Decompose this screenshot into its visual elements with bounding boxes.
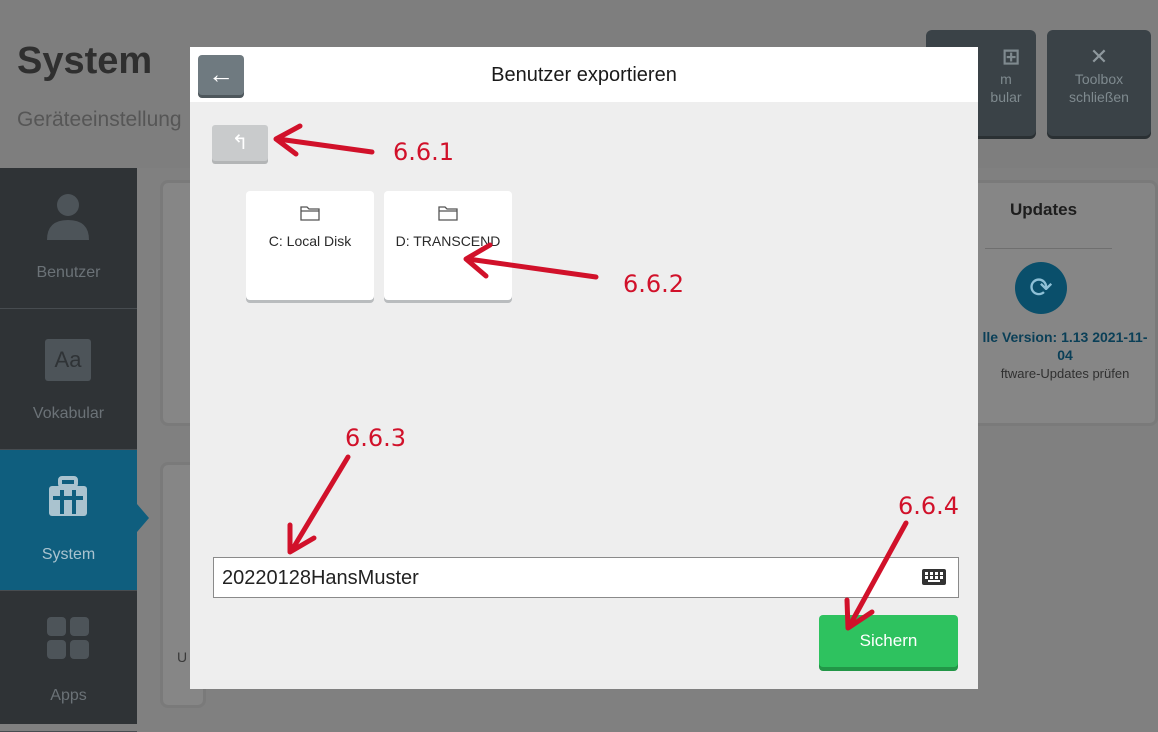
sidebar-item-label: Apps [50, 687, 87, 704]
sidebar-item-vokabular[interactable]: Aa Vokabular [0, 309, 137, 450]
drive-tile-c[interactable]: C: Local Disk [246, 191, 374, 300]
keyboard-icon[interactable] [922, 569, 946, 585]
sidebar-item-label: Vokabular [32, 405, 105, 422]
annotation-label: 6.6.4 [898, 492, 960, 520]
refresh-icon[interactable]: ⟳ [1015, 262, 1067, 314]
updates-title: Updates [1010, 200, 1078, 219]
drive-label: D: TRANSCEND [395, 233, 501, 249]
folder-up-icon: ↰ [231, 132, 249, 154]
sidebar-item-apps[interactable]: Apps [0, 591, 137, 732]
close-icon: ✕ [1089, 44, 1109, 69]
sidebar: Benutzer Aa Vokabular System Apps [0, 168, 137, 732]
folder-up-button[interactable]: ↰ [212, 125, 268, 161]
annotation-label: 6.6.1 [393, 138, 455, 166]
sidebar-item-benutzer[interactable]: Benutzer [0, 168, 137, 309]
folder-icon [438, 206, 458, 221]
dialog-header: ← Benutzer exportieren [190, 47, 978, 102]
text-aa-icon: Aa [45, 339, 91, 381]
sidebar-item-label: System [41, 546, 96, 563]
sidebar-item-system[interactable]: System [0, 450, 137, 591]
user-icon [47, 194, 89, 240]
drive-tile-d[interactable]: D: TRANSCEND [384, 191, 512, 300]
close-toolbox-button[interactable]: ✕ Toolbox schließen [1047, 30, 1151, 136]
sidebar-item-label: Benutzer [36, 264, 101, 281]
annotation-label: 6.6.2 [623, 270, 685, 298]
check-updates-link[interactable]: ftware-Updates prüfen [975, 366, 1155, 381]
active-indicator [137, 504, 149, 532]
panel-label-fragment: U [177, 649, 188, 665]
filename-value[interactable]: 20220128HansMuster [222, 567, 419, 590]
folder-icon [300, 206, 320, 221]
export-users-dialog: ← Benutzer exportieren ↰ C: Local Disk D… [190, 47, 978, 689]
page-subtitle: Geräteeinstellung [17, 108, 182, 131]
apps-grid-icon [47, 617, 89, 659]
toolbox-icon [49, 476, 87, 516]
drive-label: C: Local Disk [268, 233, 352, 249]
divider [985, 248, 1112, 249]
toolbar-button-label: schließen [1069, 89, 1129, 105]
current-version: lle Version: 1.13 2021-11-04 [982, 329, 1148, 363]
page-title: System [17, 40, 153, 82]
annotation-label: 6.6.3 [345, 424, 407, 452]
toolbar-button-label: Toolbox [1074, 71, 1124, 87]
dialog-title: Benutzer exportieren [491, 64, 677, 86]
save-button[interactable]: Sichern [819, 615, 958, 667]
filename-input[interactable]: 20220128HansMuster [213, 557, 959, 598]
